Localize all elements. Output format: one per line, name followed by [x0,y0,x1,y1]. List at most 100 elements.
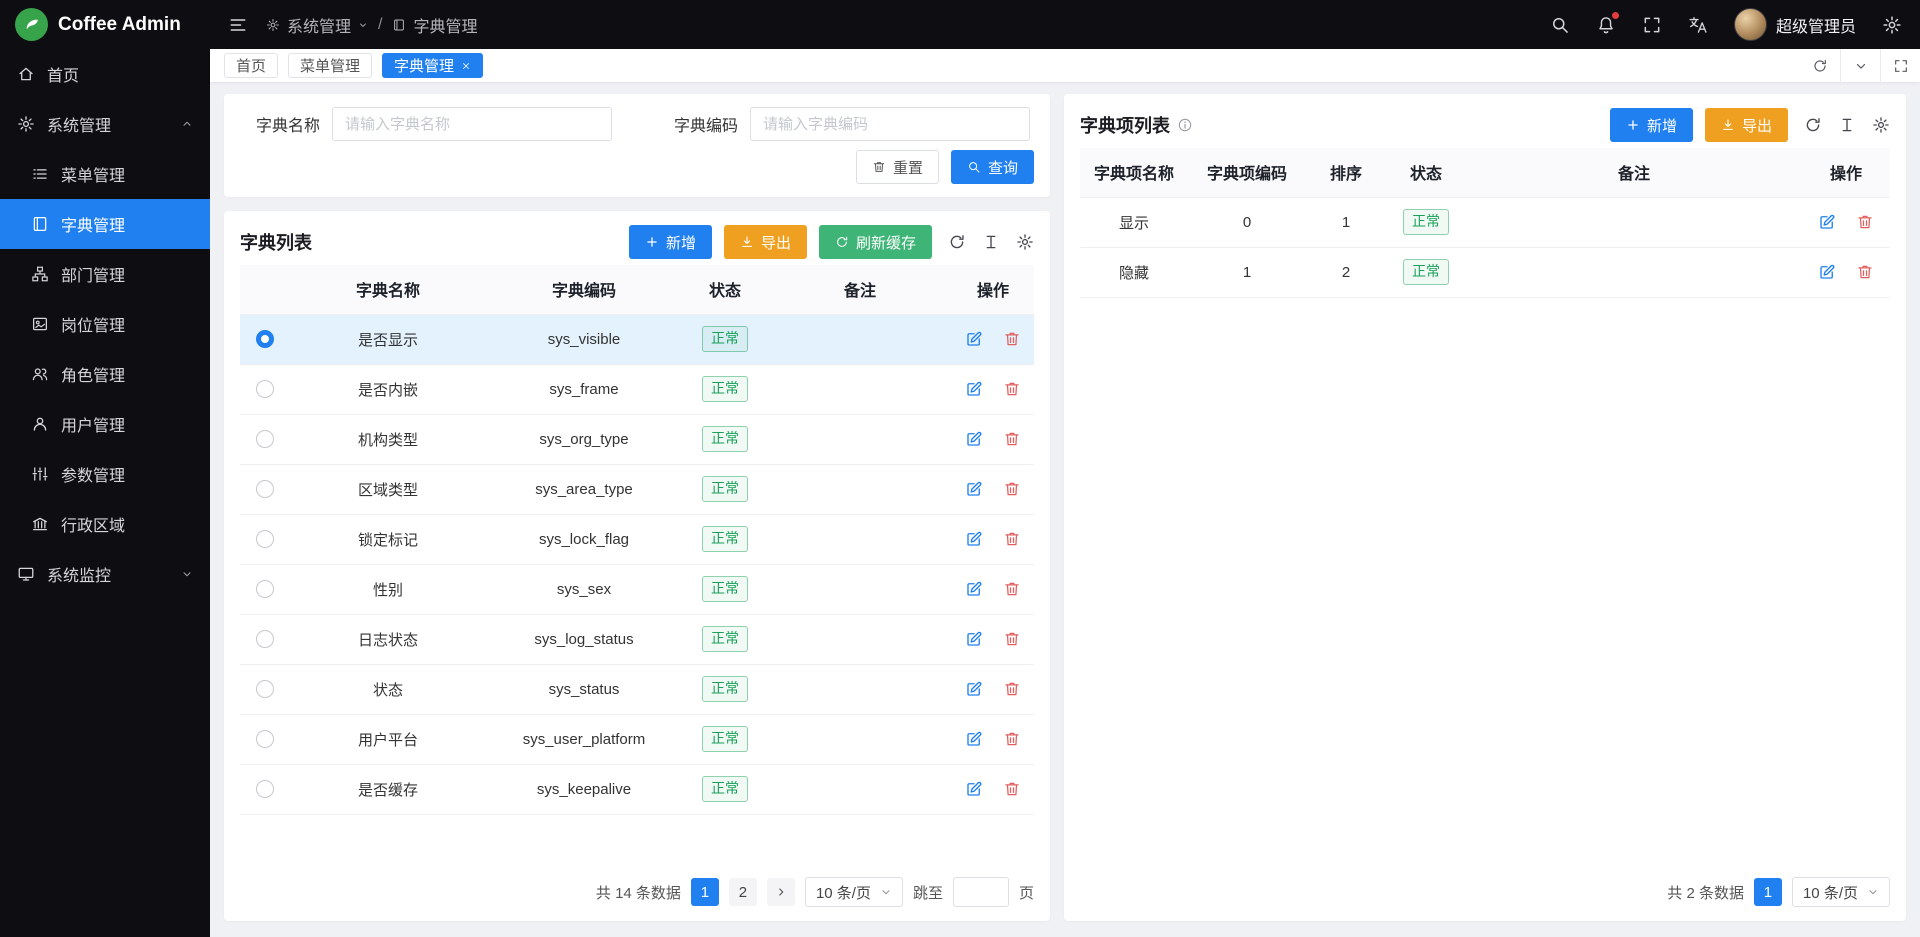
sidebar-item-role-mgmt[interactable]: 角色管理 [0,349,210,399]
add-dict-item-button[interactable]: 新增 [1610,108,1693,142]
table-row[interactable]: 区域类型 sys_area_type 正常 [240,464,1034,514]
content-fullscreen-icon[interactable] [1880,49,1920,82]
settings-gear-icon[interactable] [1882,15,1902,35]
reset-button[interactable]: 重置 [856,150,939,184]
avatar[interactable] [1734,8,1767,41]
delete-icon[interactable] [1003,530,1021,548]
tab-home[interactable]: 首页 [224,53,278,78]
row-radio[interactable] [256,780,274,798]
page-size-select[interactable]: 10 条/页 [1792,877,1890,907]
row-radio[interactable] [256,480,274,498]
page-size-select[interactable]: 10 条/页 [805,877,903,907]
table-row[interactable]: 是否内嵌 sys_frame 正常 [240,364,1034,414]
dict-code-input[interactable] [750,107,1030,141]
row-radio[interactable] [256,530,274,548]
row-radio[interactable] [256,330,274,348]
refresh-page-icon[interactable] [1800,49,1840,82]
edit-icon[interactable] [1818,263,1836,281]
export-dict-item-button[interactable]: 导出 [1705,108,1788,142]
delete-icon[interactable] [1003,330,1021,348]
sidebar-group-system[interactable]: 系统管理 [0,99,210,149]
table-row[interactable]: 锁定标记 sys_lock_flag 正常 [240,514,1034,564]
table-settings-icon[interactable] [1872,116,1890,134]
info-icon[interactable] [1177,117,1193,133]
translate-icon[interactable] [1688,15,1708,35]
edit-icon[interactable] [965,430,983,448]
reload-table-icon[interactable] [1804,116,1822,134]
delete-icon[interactable] [1003,780,1021,798]
status-badge: 正常 [702,476,748,502]
delete-icon[interactable] [1003,580,1021,598]
table-row[interactable]: 用户平台 sys_user_platform 正常 [240,714,1034,764]
row-radio[interactable] [256,630,274,648]
delete-icon[interactable] [1003,730,1021,748]
table-settings-icon[interactable] [1016,233,1034,251]
sidebar-item-user-mgmt[interactable]: 用户管理 [0,399,210,449]
sidebar-item-dict-mgmt[interactable]: 字典管理 [0,199,210,249]
density-icon[interactable] [1838,116,1856,134]
page-button-1[interactable]: 1 [1754,878,1782,906]
search-icon[interactable] [1550,15,1570,35]
collapse-sidebar-icon[interactable] [228,15,248,35]
edit-icon[interactable] [965,330,983,348]
edit-icon[interactable] [965,480,983,498]
sidebar-item-post-mgmt[interactable]: 岗位管理 [0,299,210,349]
edit-icon[interactable] [965,630,983,648]
row-radio[interactable] [256,380,274,398]
table-row[interactable]: 性别 sys_sex 正常 [240,564,1034,614]
sidebar-group-monitor[interactable]: 系统监控 [0,549,210,599]
delete-icon[interactable] [1003,380,1021,398]
edit-icon[interactable] [965,680,983,698]
reload-table-icon[interactable] [948,233,966,251]
edit-icon[interactable] [965,530,983,548]
export-dict-button[interactable]: 导出 [724,225,807,259]
sidebar-item-menu-mgmt[interactable]: 菜单管理 [0,149,210,199]
fullscreen-icon[interactable] [1642,15,1662,35]
row-radio[interactable] [256,730,274,748]
delete-icon[interactable] [1003,630,1021,648]
tab-dict-mgmt[interactable]: 字典管理 [382,53,483,78]
delete-icon[interactable] [1003,480,1021,498]
next-page-button[interactable] [767,878,795,906]
row-radio[interactable] [256,580,274,598]
sidebar-item-admin-region[interactable]: 行政区域 [0,499,210,549]
table-row[interactable]: 是否显示 sys_visible 正常 [240,314,1034,364]
user-menu[interactable]: 超级管理员 [1734,8,1856,41]
delete-icon[interactable] [1856,213,1874,231]
close-tab-icon[interactable] [461,61,471,71]
edit-icon[interactable] [965,380,983,398]
edit-icon[interactable] [965,580,983,598]
delete-icon[interactable] [1856,263,1874,281]
delete-icon[interactable] [1003,430,1021,448]
density-icon[interactable] [982,233,1000,251]
edit-icon[interactable] [965,780,983,798]
table-row[interactable]: 机构类型 sys_org_type 正常 [240,414,1034,464]
table-row[interactable]: 显示 0 1 正常 [1080,197,1890,247]
edit-icon[interactable] [1818,213,1836,231]
column-header: 操作 [952,265,1034,314]
table-row[interactable]: 是否缓存 sys_keepalive 正常 [240,764,1034,814]
sidebar-item-home[interactable]: 首页 [0,49,210,99]
delete-icon[interactable] [1003,680,1021,698]
sidebar-item-dept-mgmt[interactable]: 部门管理 [0,249,210,299]
edit-icon[interactable] [965,730,983,748]
app-logo[interactable]: Coffee Admin [0,0,210,49]
page-button-1[interactable]: 1 [691,878,719,906]
breadcrumb-system-mgmt[interactable]: 系统管理 [266,13,368,37]
query-button[interactable]: 查询 [951,150,1034,184]
tab-options-chevron-icon[interactable] [1840,49,1880,82]
tab-menu-mgmt[interactable]: 菜单管理 [288,53,372,78]
table-row[interactable]: 隐藏 1 2 正常 [1080,247,1890,297]
table-row[interactable]: 日志状态 sys_log_status 正常 [240,614,1034,664]
add-dict-button[interactable]: 新增 [629,225,712,259]
dict-name-input[interactable] [332,107,612,141]
refresh-cache-button[interactable]: 刷新缓存 [819,225,932,259]
jump-page-input[interactable] [953,877,1009,907]
breadcrumb-dict-mgmt[interactable]: 字典管理 [392,13,477,37]
sidebar-item-param-mgmt[interactable]: 参数管理 [0,449,210,499]
notification-bell-icon[interactable] [1596,15,1616,35]
table-row[interactable]: 状态 sys_status 正常 [240,664,1034,714]
page-button-2[interactable]: 2 [729,878,757,906]
row-radio[interactable] [256,430,274,448]
row-radio[interactable] [256,680,274,698]
